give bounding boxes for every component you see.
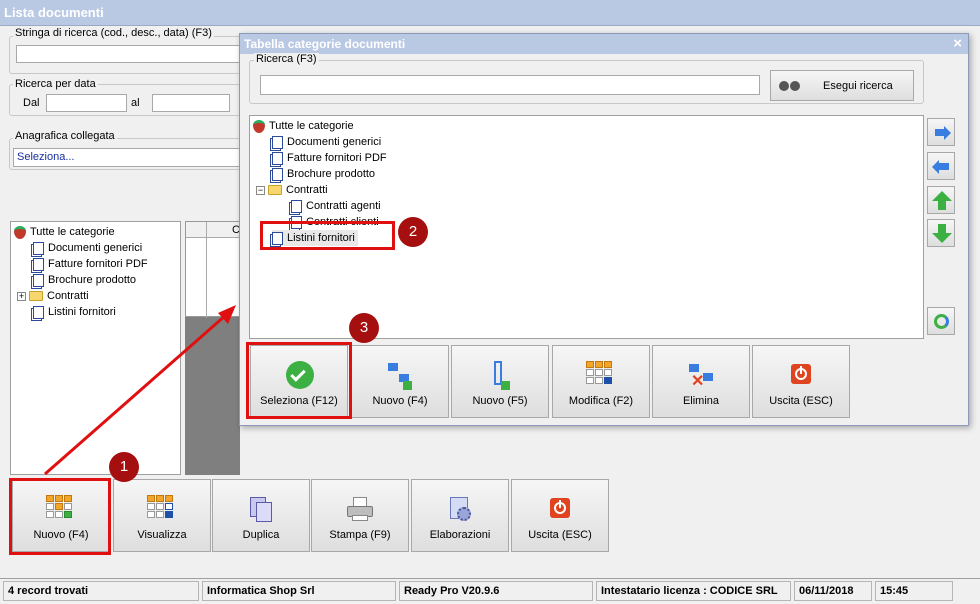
annotation-arrow xyxy=(44,305,236,476)
